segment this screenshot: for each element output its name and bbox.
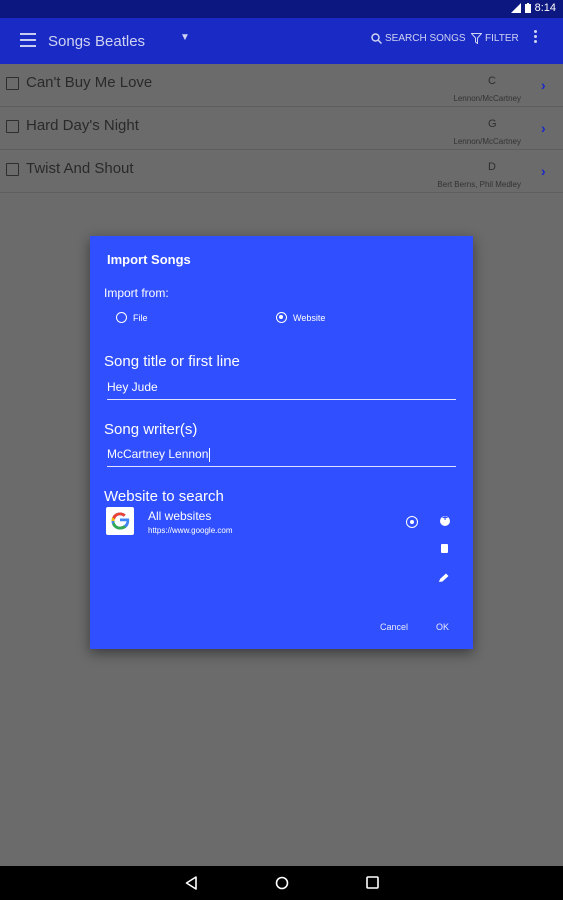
song-key: G bbox=[488, 118, 497, 130]
song-writers-label: Song writer(s) bbox=[104, 421, 198, 438]
song-title-field[interactable]: Hey Jude bbox=[107, 377, 456, 400]
battery-icon bbox=[524, 3, 531, 13]
import-songs-dialog: Import Songs Import from: File Website S… bbox=[90, 236, 473, 649]
recent-apps-icon[interactable] bbox=[366, 876, 379, 889]
search-songs-button[interactable]: SEARCH SONGS bbox=[371, 33, 466, 44]
add-website-icon[interactable] bbox=[440, 513, 450, 526]
song-writers: Lennon/McCartney bbox=[453, 137, 521, 146]
radio-website-circle[interactable] bbox=[276, 312, 287, 323]
song-writers-field[interactable]: McCartney Lennon bbox=[107, 444, 456, 467]
edit-website-icon[interactable] bbox=[438, 570, 450, 582]
website-to-search-label: Website to search bbox=[104, 488, 224, 505]
app-bar: Songs Beatles ▼ SEARCH SONGS FILTER bbox=[0, 18, 563, 64]
search-icon bbox=[371, 33, 382, 44]
song-row[interactable]: Hard Day's Night G Lennon/McCartney › bbox=[0, 107, 563, 150]
radio-file-label: File bbox=[133, 312, 148, 323]
song-checkbox[interactable] bbox=[6, 120, 19, 133]
ok-button[interactable]: OK bbox=[436, 622, 449, 632]
radio-file[interactable]: File bbox=[116, 312, 148, 323]
radio-file-circle[interactable] bbox=[116, 312, 127, 323]
more-options-icon[interactable] bbox=[532, 30, 538, 43]
song-title-label: Song title or first line bbox=[104, 353, 240, 370]
chevron-right-icon[interactable]: › bbox=[541, 77, 546, 93]
google-logo-icon bbox=[106, 507, 134, 535]
import-from-label: Import from: bbox=[104, 286, 169, 300]
song-title: Twist And Shout bbox=[26, 160, 134, 177]
status-bar: 8:14 bbox=[0, 0, 563, 18]
song-row[interactable]: Twist And Shout D Bert Berns, Phil Medle… bbox=[0, 150, 563, 193]
song-key: C bbox=[488, 75, 496, 87]
song-writers: Lennon/McCartney bbox=[453, 94, 521, 103]
radio-website[interactable]: Website bbox=[276, 312, 325, 323]
home-icon[interactable] bbox=[275, 876, 289, 890]
text-cursor bbox=[209, 447, 211, 462]
chevron-down-icon[interactable]: ▼ bbox=[180, 32, 190, 43]
song-checkbox[interactable] bbox=[6, 77, 19, 90]
dialog-title: Import Songs bbox=[107, 252, 191, 267]
song-checkbox[interactable] bbox=[6, 163, 19, 176]
menu-icon[interactable] bbox=[20, 33, 36, 47]
status-time: 8:14 bbox=[534, 2, 556, 14]
song-writers: Bert Berns, Phil Medley bbox=[437, 180, 521, 189]
website-name: All websites bbox=[148, 509, 212, 523]
chevron-right-icon[interactable]: › bbox=[541, 120, 546, 136]
website-url: https://www.google.com bbox=[148, 526, 233, 535]
filter-label: FILTER bbox=[485, 33, 519, 44]
cancel-button[interactable]: Cancel bbox=[380, 622, 408, 632]
delete-website-icon[interactable] bbox=[441, 544, 448, 553]
back-icon[interactable] bbox=[185, 876, 197, 890]
search-songs-label: SEARCH SONGS bbox=[385, 33, 466, 44]
song-title: Hard Day's Night bbox=[26, 117, 139, 134]
chevron-right-icon[interactable]: › bbox=[541, 163, 546, 179]
song-key: D bbox=[488, 161, 496, 173]
song-list: Can't Buy Me Love C Lennon/McCartney › H… bbox=[0, 64, 563, 193]
song-writers-value: McCartney Lennon bbox=[107, 447, 209, 461]
radio-website-label: Website bbox=[293, 312, 326, 323]
signal-icon bbox=[510, 3, 521, 13]
song-row[interactable]: Can't Buy Me Love C Lennon/McCartney › bbox=[0, 64, 563, 107]
song-title: Can't Buy Me Love bbox=[26, 74, 153, 91]
page-title: Songs bbox=[48, 33, 91, 50]
song-title-value: Hey Jude bbox=[107, 380, 158, 394]
navigation-bar bbox=[0, 866, 563, 900]
filter-icon bbox=[471, 33, 482, 44]
filter-button[interactable]: FILTER bbox=[471, 33, 519, 44]
songbook-selector[interactable]: Beatles bbox=[95, 33, 145, 50]
website-select-radio[interactable] bbox=[406, 516, 418, 528]
